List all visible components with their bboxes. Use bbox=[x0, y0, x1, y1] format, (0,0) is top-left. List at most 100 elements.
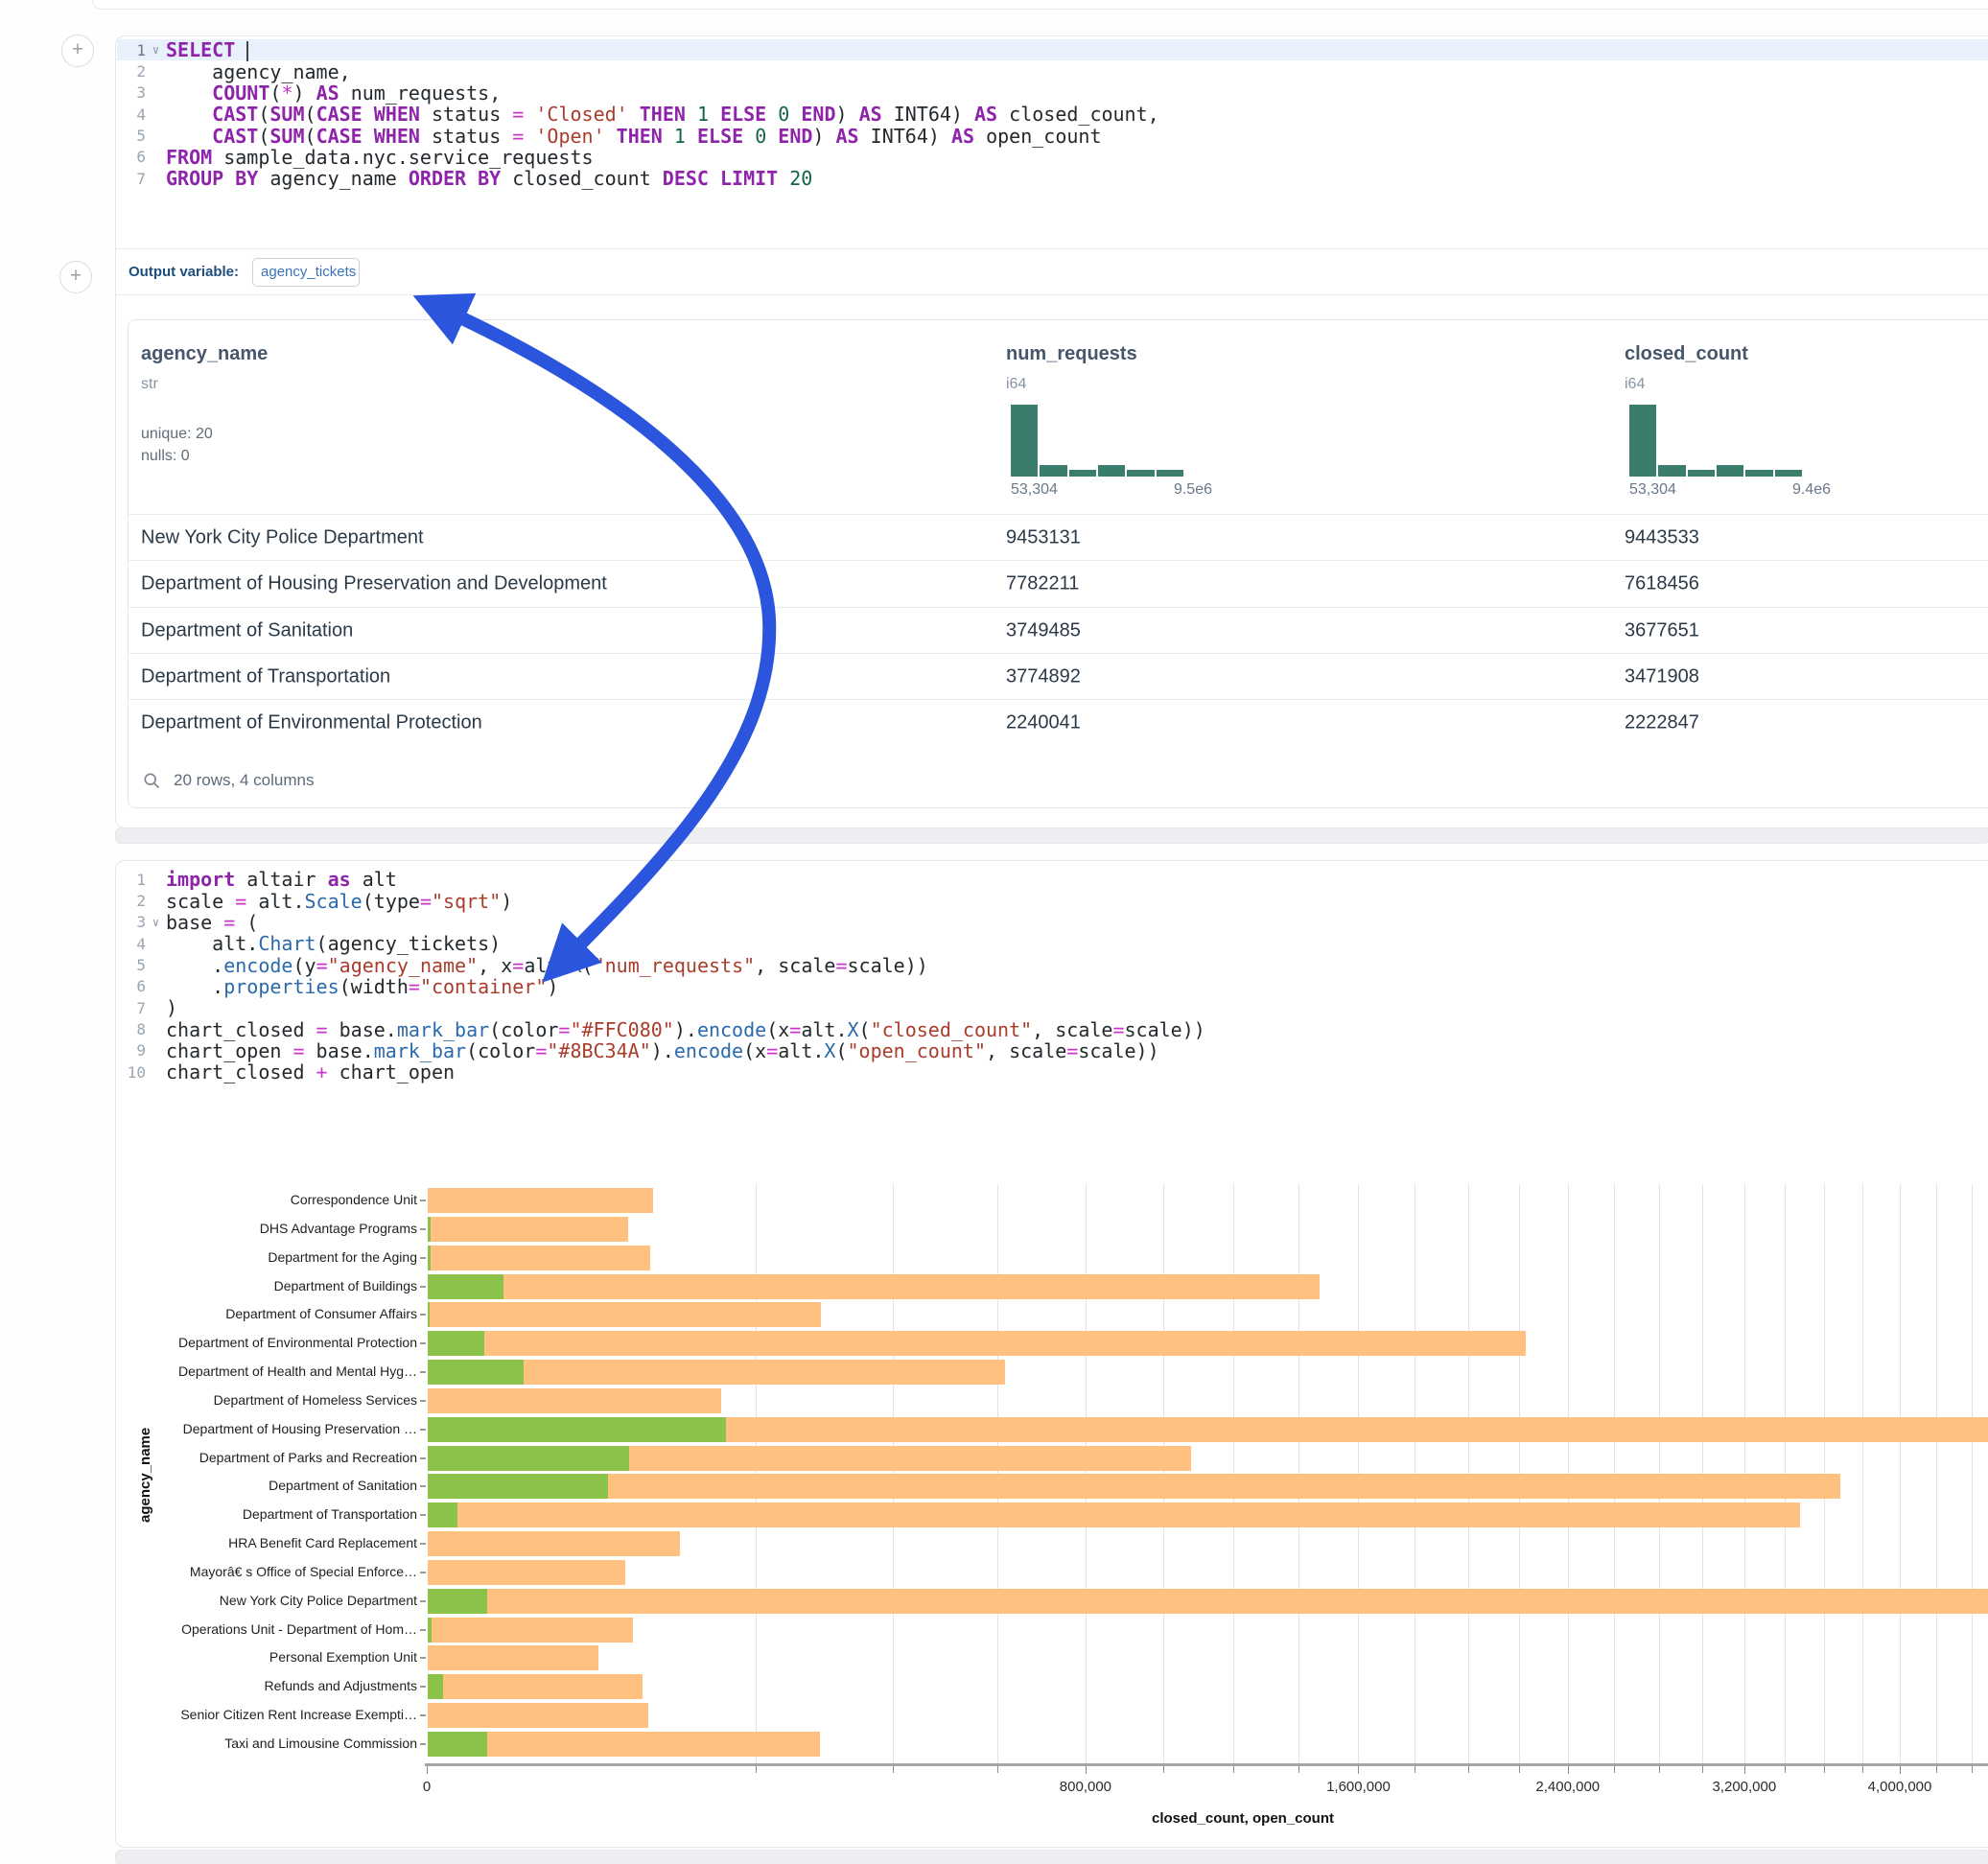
table-row[interactable]: Department of Transportation377489234719… bbox=[129, 653, 1988, 700]
code-line-1[interactable]: 1import altair as alt bbox=[117, 869, 1988, 890]
histogram-bar bbox=[1717, 465, 1743, 477]
y-axis-tick bbox=[420, 1200, 426, 1201]
y-axis-label: Mayorâ€ s Office of Special Enforce… bbox=[116, 1564, 417, 1579]
y-axis-tick bbox=[420, 1743, 426, 1745]
histogram-num-requests bbox=[1011, 403, 1183, 477]
x-axis-minor-tick bbox=[997, 1766, 998, 1773]
line-number: 8 bbox=[117, 1020, 146, 1038]
histogram-bar bbox=[1011, 405, 1038, 477]
x-axis-minor-tick bbox=[1519, 1766, 1520, 1773]
code-line-3[interactable]: 3∨base = ( bbox=[117, 912, 1988, 933]
histogram-labels: 53,304 9.5e6 bbox=[1011, 481, 1212, 499]
add-cell-button-output[interactable]: + bbox=[59, 261, 92, 293]
y-axis-tick bbox=[420, 1657, 426, 1659]
bar-open-count bbox=[428, 1331, 484, 1356]
bar-open-count bbox=[428, 1274, 503, 1299]
bar-closed-count bbox=[428, 1589, 1988, 1614]
cell-closed-count: 7618456 bbox=[1625, 573, 1699, 595]
x-axis-minor-tick bbox=[1163, 1766, 1164, 1773]
code-text: .encode(y="agency_name", x=alt.X("num_re… bbox=[166, 954, 928, 977]
y-axis-tick bbox=[420, 1286, 426, 1288]
code-text: base = ( bbox=[166, 911, 258, 934]
dataframe-preview: agency_name str unique: 20 nulls: 0 num_… bbox=[128, 319, 1988, 808]
code-line-1[interactable]: 1∨SELECT bbox=[117, 39, 1988, 60]
code-line-7[interactable]: 7GROUP BY agency_name ORDER BY closed_co… bbox=[117, 168, 1988, 189]
y-axis-label: Operations Unit - Department of Hom… bbox=[116, 1621, 417, 1637]
line-number: 10 bbox=[117, 1063, 146, 1082]
y-axis-tick bbox=[420, 1629, 426, 1631]
cell-agency-name: Department of Sanitation bbox=[141, 619, 353, 641]
previous-cell-fragment bbox=[92, 0, 1988, 10]
y-axis-label: Department for the Aging bbox=[116, 1249, 417, 1265]
fold-chevron-icon[interactable]: ∨ bbox=[146, 43, 166, 57]
x-axis-minor-tick bbox=[1824, 1766, 1825, 1773]
histogram-bar bbox=[1069, 470, 1096, 477]
bar-open-count bbox=[428, 1217, 431, 1242]
sql-editor[interactable]: 1∨SELECT 2 agency_name,3 COUNT(*) AS num… bbox=[116, 36, 1988, 248]
add-cell-button-top[interactable]: + bbox=[61, 35, 94, 67]
code-line-7[interactable]: 7) bbox=[117, 997, 1988, 1018]
output-variable-pill[interactable]: agency_tickets bbox=[252, 258, 360, 287]
cell-agency-name: Department of Environmental Protection bbox=[141, 712, 482, 734]
code-line-8[interactable]: 8 chart_closed = base.mark_bar(color="#FF… bbox=[117, 1018, 1988, 1039]
code-line-6[interactable]: 6FROM sample_data.nyc.service_requests bbox=[117, 147, 1988, 168]
x-axis-minor-tick bbox=[1614, 1766, 1615, 1773]
bar-closed-count bbox=[428, 1188, 653, 1213]
code-text: chart_closed = base.mark_bar(color="#FFC… bbox=[166, 1018, 1205, 1041]
code-line-5[interactable]: 5 CAST(SUM(CASE WHEN status = 'Open' THE… bbox=[117, 125, 1988, 146]
code-line-10[interactable]: 10chart_closed + chart_open bbox=[117, 1061, 1988, 1083]
table-row[interactable]: Department of Environmental Protection22… bbox=[129, 699, 1988, 746]
code-text: import altair as alt bbox=[166, 868, 397, 891]
row-column-count: 20 rows, 4 columns bbox=[174, 771, 314, 790]
bar-open-count bbox=[428, 1417, 726, 1442]
search-icon[interactable] bbox=[142, 771, 161, 790]
y-axis-label: New York City Police Department bbox=[116, 1593, 417, 1608]
bar-closed-count bbox=[428, 1474, 1840, 1499]
python-editor[interactable]: 1import altair as alt2scale = alt.Scale(… bbox=[116, 861, 1988, 1141]
y-axis-label: Refunds and Adjustments bbox=[116, 1678, 417, 1693]
histogram-bar bbox=[1658, 465, 1685, 477]
notebook-page: + + 1∨SELECT 2 agency_name,3 COUNT(*) AS… bbox=[0, 0, 1988, 1864]
histogram-bar bbox=[1688, 470, 1715, 477]
column-type: i64 bbox=[1006, 376, 1026, 393]
cell-divider-band[interactable] bbox=[115, 827, 1988, 844]
code-line-9[interactable]: 9chart_open = base.mark_bar(color="#8BC3… bbox=[117, 1040, 1988, 1061]
fold-chevron-icon[interactable]: ∨ bbox=[146, 916, 166, 929]
code-text: GROUP BY agency_name ORDER BY closed_cou… bbox=[166, 167, 812, 190]
histogram-bar bbox=[1127, 470, 1154, 477]
bar-closed-count bbox=[428, 1302, 821, 1327]
x-axis-major-tick bbox=[1086, 1766, 1087, 1774]
histogram-bar bbox=[1157, 470, 1183, 477]
y-axis-label: Department of Environmental Protection bbox=[116, 1335, 417, 1350]
code-line-2[interactable]: 2scale = alt.Scale(type="sqrt") bbox=[117, 890, 1988, 911]
y-axis-tick bbox=[420, 1572, 426, 1573]
x-axis-minor-tick bbox=[1659, 1766, 1660, 1773]
code-line-3[interactable]: 3 COUNT(*) AS num_requests, bbox=[117, 82, 1988, 104]
table-row[interactable]: New York City Police Department945313194… bbox=[129, 514, 1988, 561]
code-line-4[interactable]: 4 alt.Chart(agency_tickets) bbox=[117, 933, 1988, 954]
y-axis-label: Department of Sanitation bbox=[116, 1478, 417, 1493]
bar-open-count bbox=[428, 1474, 608, 1499]
cell-closed-count: 3677651 bbox=[1625, 619, 1699, 641]
gridline bbox=[1862, 1184, 1863, 1763]
text-cursor bbox=[246, 41, 248, 61]
code-line-2[interactable]: 2 agency_name, bbox=[117, 60, 1988, 82]
line-number: 9 bbox=[117, 1041, 146, 1060]
y-axis-label: Taxi and Limousine Commission bbox=[116, 1736, 417, 1751]
table-row[interactable]: Department of Sanitation37494853677651 bbox=[129, 607, 1988, 654]
next-cell-band[interactable] bbox=[115, 1850, 1988, 1864]
gridline bbox=[1900, 1184, 1901, 1763]
y-axis-label: Department of Consumer Affairs bbox=[116, 1306, 417, 1321]
line-number: 2 bbox=[117, 892, 146, 910]
code-line-6[interactable]: 6 .properties(width="container") bbox=[117, 976, 1988, 997]
bar-closed-count bbox=[428, 1618, 633, 1643]
table-row[interactable]: Department of Housing Preservation and D… bbox=[129, 560, 1988, 607]
bar-closed-count bbox=[428, 1388, 721, 1413]
code-line-4[interactable]: 4 CAST(SUM(CASE WHEN status = 'Closed' T… bbox=[117, 104, 1988, 125]
histogram-min-label: 53,304 bbox=[1011, 481, 1058, 499]
bar-closed-count bbox=[428, 1217, 628, 1242]
bar-closed-count bbox=[428, 1645, 598, 1670]
code-line-5[interactable]: 5 .encode(y="agency_name", x=alt.X("num_… bbox=[117, 954, 1988, 975]
x-axis-major-tick bbox=[427, 1766, 428, 1774]
code-text: .properties(width="container") bbox=[166, 975, 558, 998]
